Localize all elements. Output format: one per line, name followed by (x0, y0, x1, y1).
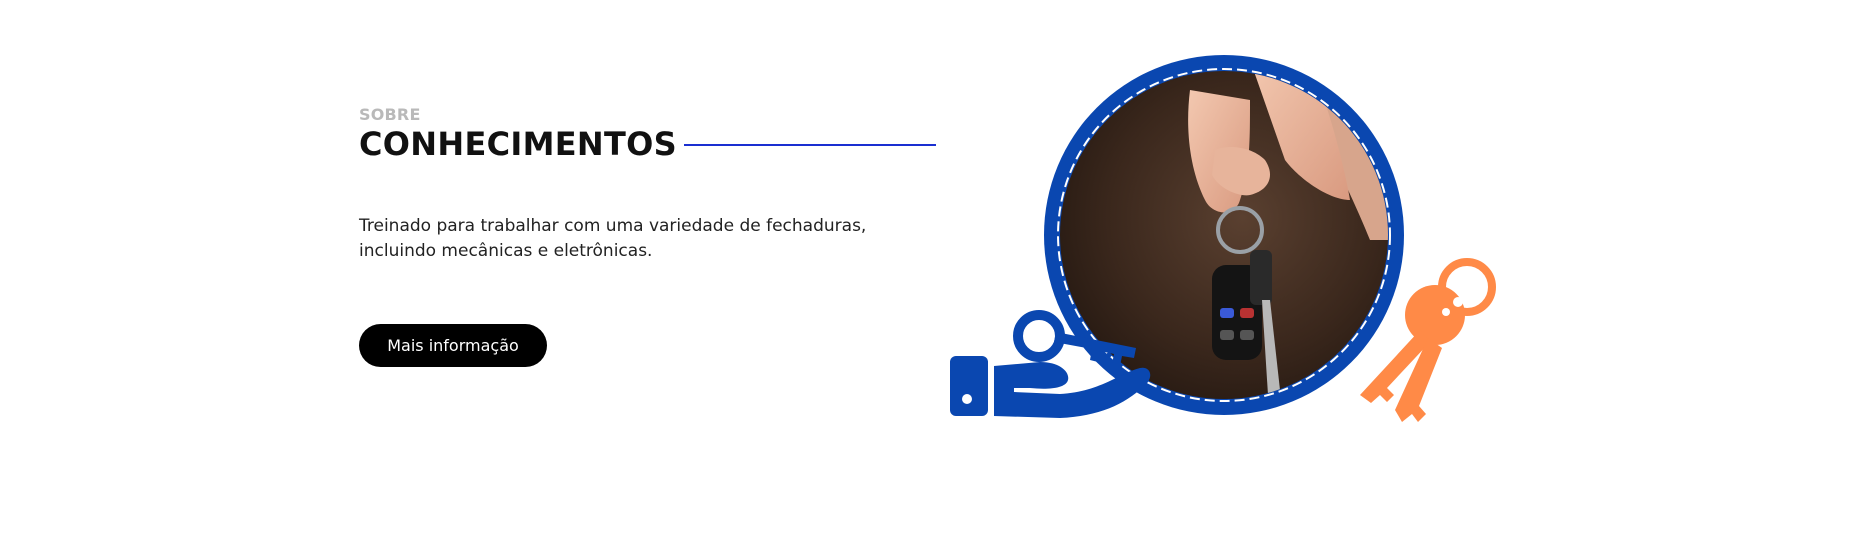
section-eyebrow: SOBRE (359, 105, 421, 124)
title-row: CONHECIMENTOS (359, 124, 936, 164)
illustration (950, 55, 1496, 422)
title-underline (683, 144, 936, 146)
about-section: SOBRE CONHECIMENTOS Treinado para trabal… (0, 0, 1857, 550)
section-description: Treinado para trabalhar com uma variedad… (359, 216, 867, 261)
more-info-button[interactable]: Mais informação (359, 324, 547, 367)
section-title: CONHECIMENTOS (359, 125, 677, 163)
